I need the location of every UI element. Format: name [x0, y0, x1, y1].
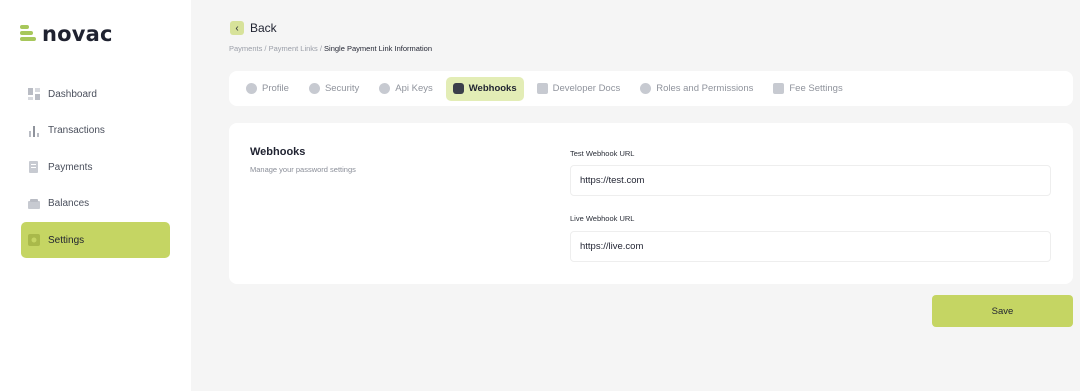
- doc-icon: [536, 83, 548, 94]
- lock-icon: [308, 83, 320, 94]
- bar-chart-icon: [28, 125, 40, 137]
- sidebar-item-transactions[interactable]: Transactions: [21, 113, 170, 149]
- user-icon: [246, 83, 257, 94]
- roles-icon: [640, 83, 652, 94]
- sidebar-nav: Dashboard Transactions Payments Balances…: [21, 76, 170, 259]
- tab-label: Fee Settings: [789, 83, 843, 94]
- tab-roles-and-permissions[interactable]: Roles and Permissions: [633, 77, 760, 101]
- back-link[interactable]: ‹ Back: [230, 21, 277, 35]
- dashboard-icon: [28, 88, 40, 100]
- tab-developer-docs[interactable]: Developer Docs: [530, 77, 628, 101]
- test-webhook-label: Test Webhook URL: [570, 149, 635, 158]
- breadcrumb: Payments / Payment Links / Single Paymen…: [229, 44, 432, 53]
- live-webhook-label: Live Webhook URL: [570, 214, 635, 223]
- tab-profile[interactable]: Profile: [239, 77, 296, 101]
- document-icon: [28, 161, 40, 173]
- webhook-icon: [452, 83, 464, 94]
- sidebar-item-label: Dashboard: [48, 88, 97, 100]
- section-title: Webhooks: [250, 146, 306, 158]
- gear-icon: [379, 83, 391, 94]
- brand-name: novac: [42, 22, 113, 46]
- tab-label: Developer Docs: [552, 83, 621, 94]
- tab-label: Webhooks: [468, 83, 517, 94]
- settings-tabs: Profile Security Api Keys Webhooks Devel…: [229, 71, 1073, 106]
- tab-label: Profile: [262, 83, 289, 94]
- sidebar-item-payments[interactable]: Payments: [21, 149, 170, 185]
- tab-security[interactable]: Security: [302, 77, 366, 101]
- live-webhook-input[interactable]: [570, 231, 1051, 262]
- sidebar-item-settings[interactable]: Settings: [21, 222, 170, 258]
- test-webhook-input[interactable]: [570, 165, 1051, 196]
- sidebar-item-balances[interactable]: Balances: [21, 186, 170, 222]
- back-label: Back: [250, 21, 277, 35]
- tab-api-keys[interactable]: Api Keys: [372, 77, 440, 101]
- tab-label: Api Keys: [395, 83, 433, 94]
- wallet-icon: [28, 198, 40, 210]
- sidebar-item-label: Settings: [48, 234, 85, 246]
- brand-logo[interactable]: novac: [20, 22, 113, 46]
- tab-webhooks[interactable]: Webhooks: [445, 76, 524, 101]
- tab-label: Security: [324, 83, 360, 94]
- logo-icon: [20, 24, 36, 44]
- tab-fee-settings[interactable]: Fee Settings: [766, 77, 849, 101]
- sidebar-item-label: Balances: [48, 198, 90, 209]
- settings-icon: [28, 234, 40, 246]
- tab-label: Roles and Permissions: [656, 83, 754, 94]
- breadcrumb-parent[interactable]: Payments / Payment Links /: [229, 44, 324, 53]
- breadcrumb-current: Single Payment Link Information: [324, 44, 433, 53]
- webhooks-card: Webhooks Manage your password settings T…: [229, 123, 1073, 284]
- save-button[interactable]: Save: [932, 295, 1073, 327]
- sidebar-item-label: Payments: [48, 161, 93, 173]
- sidebar: novac Dashboard Transactions Payments Ba…: [0, 0, 191, 391]
- sidebar-item-dashboard[interactable]: Dashboard: [21, 76, 170, 112]
- chevron-left-icon[interactable]: ‹: [230, 21, 244, 35]
- sidebar-item-label: Transactions: [48, 125, 105, 136]
- section-description: Manage your password settings: [250, 165, 356, 174]
- fee-icon: [773, 83, 785, 94]
